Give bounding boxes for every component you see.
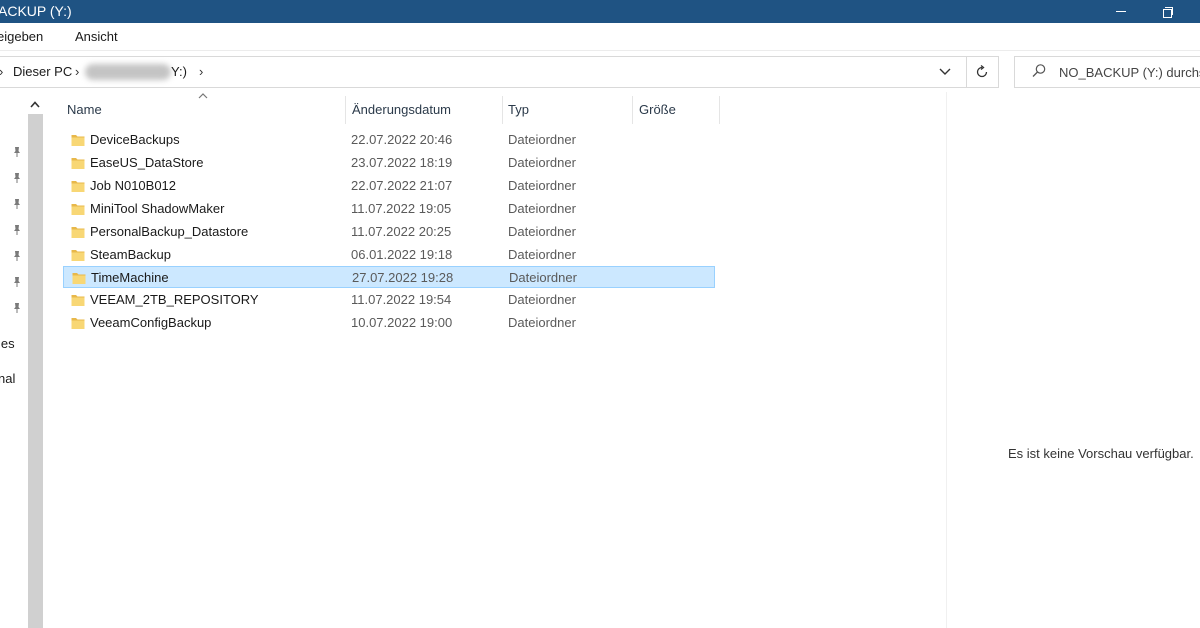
- file-date: 11.07.2022 19:54: [351, 292, 452, 308]
- file-type: Dateiordner: [509, 270, 577, 286]
- file-type: Dateiordner: [508, 315, 576, 331]
- chevron-up-icon: [30, 100, 40, 108]
- blurred-drive-name: [85, 64, 171, 80]
- navigation-pane: les nal: [0, 92, 46, 628]
- minimize-icon: [1116, 11, 1126, 12]
- file-name: SteamBackup: [90, 246, 171, 262]
- file-date: 06.01.2022 19:18: [351, 246, 453, 262]
- folder-icon: [72, 273, 86, 285]
- column-size[interactable]: Größe: [632, 96, 720, 124]
- tab-view[interactable]: Ansicht: [75, 29, 118, 44]
- file-name: VEEAM_2TB_REPOSITORY: [90, 292, 259, 308]
- file-type: Dateiordner: [508, 200, 576, 216]
- folder-icon: [71, 226, 85, 238]
- folder-icon: [71, 157, 85, 169]
- file-name: PersonalBackup_Datastore: [90, 223, 249, 239]
- file-row[interactable]: MiniTool ShadowMaker 11.07.2022 19:05 Date…: [63, 198, 715, 220]
- scroll-up-button[interactable]: [27, 96, 43, 112]
- file-date: 23.07.2022 18:19: [351, 154, 453, 170]
- chevron-down-icon: [939, 68, 951, 75]
- file-type: Dateiordner: [508, 223, 576, 239]
- column-headers: Name Änderungsdatum Typ Größe: [57, 93, 727, 124]
- breadcrumb-drive[interactable]: Y:): [171, 64, 187, 79]
- nav-item[interactable]: les: [0, 336, 15, 351]
- search-input[interactable]: NO_BACKUP (Y:) durchsu: [1059, 65, 1200, 80]
- file-row[interactable]: SteamBackup 06.01.2022 19:18 Dateiordner: [63, 244, 715, 266]
- file-date: 11.07.2022 20:25: [351, 223, 452, 239]
- file-row[interactable]: PersonalBackup_Datastore 11.07.2022 20:25…: [63, 221, 715, 243]
- minimize-button[interactable]: [1098, 0, 1144, 23]
- folder-icon: [71, 203, 85, 215]
- file-date: 10.07.2022 19:00: [351, 315, 453, 331]
- file-name: EaseUS_DataStore: [90, 154, 204, 170]
- file-name: VeeamConfigBackup: [90, 315, 212, 331]
- ribbon-tabs: eigeben Ansicht: [0, 23, 1200, 51]
- file-date: 27.07.2022 19:28: [352, 270, 454, 286]
- breadcrumb-chevron-icon[interactable]: ›: [199, 64, 203, 79]
- restore-button[interactable]: [1145, 0, 1191, 23]
- folder-icon: [71, 135, 85, 146]
- file-row[interactable]: VEEAM_2TB_REPOSITORY 11.07.2022 19:54 Date…: [63, 289, 715, 311]
- recent-locations-button[interactable]: [932, 61, 958, 83]
- file-name: MiniTool ShadowMaker: [90, 200, 225, 216]
- column-size-label: Größe: [639, 102, 676, 117]
- pin-icon: [14, 277, 20, 287]
- file-name: TimeMachine: [91, 270, 169, 286]
- column-name[interactable]: Name: [57, 96, 346, 124]
- address-bar[interactable]: › Dieser PC › Y:) ›: [0, 56, 967, 88]
- navigation-scrollbar[interactable]: [28, 114, 43, 628]
- search-icon: [1032, 64, 1046, 77]
- search-box[interactable]: NO_BACKUP (Y:) durchsu: [1014, 56, 1200, 88]
- file-row[interactable]: EaseUS_DataStore 23.07.2022 18:19 Dateiord…: [63, 152, 715, 174]
- refresh-icon: [976, 65, 988, 78]
- column-name-label: Name: [67, 102, 102, 117]
- file-name: DeviceBackups: [90, 132, 180, 147]
- file-type: Dateiordner: [508, 132, 576, 147]
- file-type: Dateiordner: [508, 154, 576, 170]
- file-row[interactable]: Job N010B012 22.07.2022 21:07 Dateiordner: [63, 175, 715, 197]
- folder-icon: [71, 249, 85, 261]
- folder-icon: [71, 318, 85, 330]
- tab-share[interactable]: eigeben: [0, 29, 43, 44]
- file-row[interactable]: VeeamConfigBackup 10.07.2022 19:00 Dateior…: [63, 312, 715, 334]
- pin-icon: [14, 147, 20, 157]
- file-row[interactable]: TimeMachine 27.07.2022 19:28 Dateiordner: [63, 266, 715, 289]
- nav-item[interactable]: nal: [0, 371, 15, 386]
- column-type[interactable]: Typ: [502, 96, 633, 124]
- column-type-label: Typ: [508, 102, 529, 117]
- preview-pane: Es ist keine Vorschau verfügbar.: [946, 92, 1200, 628]
- pin-icon: [14, 225, 20, 235]
- breadcrumb-chevron-icon[interactable]: ›: [75, 64, 79, 79]
- pin-icon: [14, 303, 20, 313]
- folder-icon: [71, 295, 85, 307]
- file-type: Dateiordner: [508, 246, 576, 262]
- file-row[interactable]: DeviceBackups 22.07.2022 20:46 Dateiordner: [63, 129, 715, 151]
- pin-icon: [14, 251, 20, 261]
- pin-icon: [14, 173, 20, 183]
- title-bar: ACKUP (Y:): [0, 0, 1200, 23]
- refresh-button[interactable]: [966, 56, 999, 88]
- column-date[interactable]: Änderungsdatum: [345, 96, 503, 124]
- file-type: Dateiordner: [508, 177, 576, 193]
- window-title: ACKUP (Y:): [0, 3, 72, 19]
- file-date: 22.07.2022 20:46: [351, 132, 453, 147]
- file-date: 22.07.2022 21:07: [351, 177, 453, 193]
- breadcrumb-this-pc[interactable]: Dieser PC: [13, 64, 72, 79]
- column-date-label: Änderungsdatum: [352, 102, 452, 117]
- pin-icon: [14, 199, 20, 209]
- file-date: 11.07.2022 19:05: [351, 200, 452, 216]
- address-bar-area: › Dieser PC › Y:) ›: [0, 56, 1000, 88]
- breadcrumb-chevron-icon[interactable]: ›: [0, 64, 3, 79]
- file-name: Job N010B012: [90, 177, 177, 193]
- folder-icon: [71, 180, 85, 192]
- preview-message: Es ist keine Vorschau verfügbar.: [1008, 446, 1194, 461]
- restore-icon: [1163, 6, 1173, 18]
- file-type: Dateiordner: [508, 292, 576, 308]
